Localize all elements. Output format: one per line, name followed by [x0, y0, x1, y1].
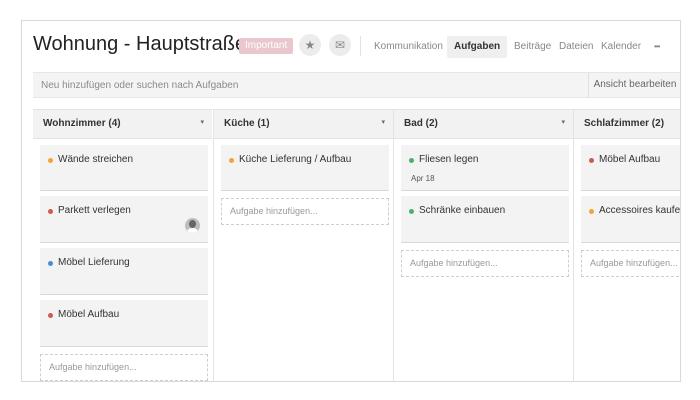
add-task-button[interactable]: Aufgabe hinzufügen...	[401, 250, 569, 277]
status-dot	[48, 209, 53, 214]
column-header: Küche (1) ▾	[214, 109, 393, 139]
task-title: Fliesen legen	[419, 154, 479, 165]
nav-divider	[360, 36, 361, 56]
column-wohnzimmer: Wohnzimmer (4) ▾ Wände streichen Parkett…	[33, 109, 212, 381]
task-card[interactable]: Möbel Aufbau	[40, 300, 208, 347]
task-title: Möbel Lieferung	[58, 257, 130, 268]
column-title: Schlafzimmer (2)	[584, 118, 665, 129]
status-dot	[589, 158, 594, 163]
tab-kommunikation[interactable]: Kommunikation	[374, 36, 443, 58]
chevron-down-icon[interactable]: ▾	[561, 118, 565, 126]
status-dot	[48, 313, 53, 318]
column-header: Wohnzimmer (4) ▾	[33, 109, 212, 139]
task-title: Accessoires kaufen	[599, 205, 680, 216]
avatar[interactable]	[185, 218, 200, 233]
tab-dateien[interactable]: Dateien	[559, 36, 593, 58]
task-card[interactable]: Möbel Lieferung	[40, 248, 208, 295]
task-title: Parkett verlegen	[58, 205, 131, 216]
column-header: Schlafzimmer (2) ▾	[574, 109, 680, 139]
column-title: Wohnzimmer (4)	[43, 118, 121, 129]
task-title: Schränke einbauen	[419, 205, 506, 216]
task-title: Möbel Aufbau	[58, 309, 120, 320]
chevron-down-icon[interactable]: ▾	[381, 118, 385, 126]
task-card[interactable]: Schränke einbauen	[401, 196, 569, 243]
tab-kalender[interactable]: Kalender	[601, 36, 641, 58]
star-button[interactable]: ★	[299, 34, 321, 56]
email-button[interactable]: ✉	[329, 34, 351, 56]
task-card[interactable]: Accessoires kaufen	[581, 196, 680, 243]
more-icon[interactable]: •••	[654, 36, 660, 58]
edit-view-button[interactable]: Ansicht bearbeiten	[588, 73, 680, 97]
column-header: Bad (2) ▾	[394, 109, 573, 139]
task-card[interactable]: Parkett verlegen	[40, 196, 208, 243]
project-title[interactable]: Wohnung - Hauptstraße ...	[33, 33, 268, 56]
task-search-input[interactable]	[33, 73, 589, 97]
status-dot	[48, 158, 53, 163]
mail-icon: ✉	[334, 38, 346, 52]
avatar-body	[187, 228, 198, 233]
column-title: Küche (1)	[224, 118, 270, 129]
task-title: Wände streichen	[58, 154, 134, 165]
chevron-down-icon[interactable]: ▾	[200, 118, 204, 126]
important-badge[interactable]: Important	[239, 38, 294, 54]
task-card[interactable]: Wände streichen	[40, 145, 208, 191]
avatar-head	[189, 220, 196, 228]
column-bad: Bad (2) ▾ Fliesen legen Apr 18 Schränke …	[393, 109, 573, 381]
status-dot	[48, 261, 53, 266]
task-title: Küche Lieferung / Aufbau	[239, 154, 352, 165]
task-title: Möbel Aufbau	[599, 154, 661, 165]
status-dot	[229, 158, 234, 163]
task-search-bar: Ansicht bearbeiten	[33, 72, 680, 98]
tab-aufgaben[interactable]: Aufgaben	[447, 36, 508, 58]
task-card[interactable]: Fliesen legen Apr 18	[401, 145, 569, 191]
task-due-date: Apr 18	[411, 174, 435, 183]
status-dot	[409, 209, 414, 214]
column-schlafzimmer: Schlafzimmer (2) ▾ Möbel Aufbau Accessoi…	[573, 109, 680, 381]
task-card[interactable]: Küche Lieferung / Aufbau	[221, 145, 389, 191]
add-task-button[interactable]: Aufgabe hinzufügen...	[221, 198, 389, 225]
add-task-button[interactable]: Aufgabe hinzufügen...	[40, 354, 208, 381]
task-card[interactable]: Möbel Aufbau	[581, 145, 680, 191]
task-board: Wohnzimmer (4) ▾ Wände streichen Parkett…	[33, 109, 680, 381]
project-window: Wohnung - Hauptstraße ... Important ★ ✉ …	[21, 20, 681, 382]
status-dot	[409, 158, 414, 163]
tab-beitraege[interactable]: Beiträge	[514, 36, 551, 58]
column-kueche: Küche (1) ▾ Küche Lieferung / Aufbau Auf…	[213, 109, 393, 381]
column-title: Bad (2)	[404, 118, 438, 129]
star-icon: ★	[304, 38, 316, 52]
project-header: Wohnung - Hauptstraße ... Important ★ ✉ …	[22, 21, 680, 71]
status-dot	[589, 209, 594, 214]
add-task-button[interactable]: Aufgabe hinzufügen...	[581, 250, 680, 277]
